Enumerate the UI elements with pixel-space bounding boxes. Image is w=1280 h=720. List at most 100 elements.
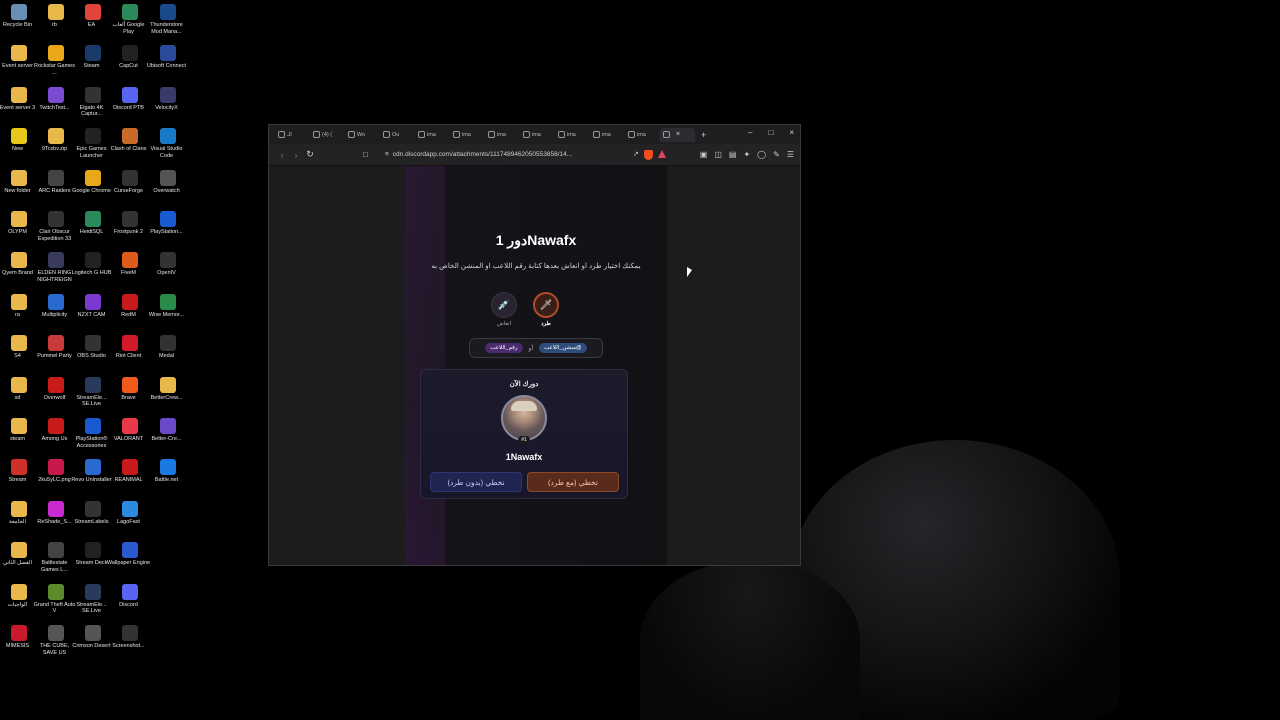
desktop-icon[interactable]: ألعاب Google Play (111, 4, 149, 44)
tab-icon (523, 131, 530, 138)
desktop-icon[interactable]: CapCut (111, 45, 149, 85)
desktop-icon[interactable]: RedM (111, 293, 149, 334)
browser-window: الـ (4) (Wo Ou ima ima ima ima ima ima ima × + – □… (268, 124, 801, 566)
desktop-icon[interactable]: PlayStation... (149, 211, 187, 251)
mode-label: طرد (541, 321, 551, 327)
desktop-icon[interactable]: Ubisoft Connect (147, 45, 187, 85)
tab-icon (663, 131, 670, 138)
arc-icon (48, 169, 64, 186)
ea-icon (85, 4, 101, 20)
desktop-icon[interactable]: Discord (111, 583, 149, 624)
browser-tab[interactable]: (4) ( (310, 128, 345, 142)
wallet-icon[interactable]: ▤ (729, 150, 737, 159)
cube-icon (48, 625, 64, 641)
browser-tab[interactable]: ima (485, 128, 520, 142)
desktop-icon[interactable]: REANIMAL (111, 459, 149, 499)
close-tab-icon[interactable]: × (676, 131, 680, 138)
vpn-icon[interactable]: ◯ (757, 150, 766, 159)
folder-icon (11, 45, 27, 62)
tab-bar: الـ (4) (Wo Ou ima ima ima ima ima ima ima × + – □… (269, 125, 800, 144)
browser-tab[interactable]: Wo (345, 128, 380, 142)
desktop-icon[interactable]: Thunderstore Mod Mana... (149, 4, 187, 44)
browser-tab[interactable]: ima (520, 128, 555, 142)
curseforge-icon (122, 169, 138, 186)
card-title: دورك الآن (509, 381, 539, 388)
thunderstore-icon (160, 4, 176, 20)
share-icon[interactable]: ↗ (633, 150, 639, 160)
zip-icon (48, 128, 64, 145)
desktop-icon[interactable]: LagoFast (111, 500, 149, 541)
desktop-icon[interactable]: Discord PTB (111, 86, 149, 127)
desktop-icon[interactable]: Clash of Clans (111, 128, 149, 168)
mode-kick[interactable]: 🗡 طرد (531, 292, 561, 327)
sidebar-icon[interactable]: ◫ (714, 150, 722, 159)
lagofast-icon (122, 500, 138, 517)
skip-with-kick-button[interactable]: تخطي (مع طرد) (527, 472, 619, 492)
whatsapp-tab-icon (313, 131, 320, 138)
browser-tab[interactable]: ima (555, 128, 590, 142)
browser-tab[interactable]: ima (590, 128, 625, 142)
screenshot-icon[interactable]: ▣ (700, 150, 708, 159)
reload-icon[interactable]: ↻ (303, 149, 317, 160)
fivem-icon (122, 252, 138, 269)
desktop-icon[interactable]: Screenshot... (111, 625, 149, 665)
mouse-cursor (687, 267, 692, 277)
desktop-icon[interactable] (149, 584, 187, 624)
browser-tab[interactable]: Ou (380, 128, 415, 142)
active-tab[interactable]: × (660, 127, 695, 142)
edit-icon[interactable]: ✎ (773, 150, 780, 159)
desktop-icon[interactable]: Overwatch (149, 169, 187, 210)
desktop-icon[interactable]: Wallpaper Engine (107, 542, 150, 582)
desktop-icon-label: VelocityX (155, 104, 178, 111)
browser-tab[interactable]: ima (450, 128, 485, 142)
velocityx-icon (160, 86, 176, 103)
browser-tab[interactable]: الـ (275, 128, 310, 142)
desktop-icon[interactable]: Frostpunk 2 (111, 211, 149, 251)
elden-icon (48, 252, 64, 269)
browser-tab[interactable]: ima (625, 128, 660, 142)
forward-icon[interactable]: › (289, 150, 303, 160)
leo-icon[interactable]: ✦ (743, 150, 750, 159)
desktop-icon[interactable]: Wise Memor... (149, 293, 187, 334)
back-icon[interactable]: ‹ (275, 150, 289, 160)
desktop-icon[interactable]: VALORANT (111, 418, 149, 458)
mimesis-icon (11, 625, 27, 641)
close-window-button[interactable]: × (789, 128, 794, 137)
desktop-icon[interactable]: Battle.net (149, 459, 187, 499)
revo-icon (85, 459, 101, 476)
desktop-icon-label: PlayStation... (150, 229, 183, 235)
desktop-icon[interactable]: Riot Client (111, 335, 149, 375)
desktop-icon[interactable]: CurseForge (111, 169, 149, 210)
desktop-icon[interactable]: FiveM (111, 252, 149, 292)
bookmark-icon[interactable]: □ (363, 150, 375, 159)
desktop-icon[interactable]: Brave (111, 376, 149, 417)
streamelements-icon (85, 376, 101, 393)
desktop-icon[interactable]: Better-Cre... (149, 418, 187, 458)
browser-tab[interactable]: ima (415, 128, 450, 142)
mode-revive[interactable]: 💉 انعاش (489, 292, 519, 327)
page-glow (405, 166, 445, 565)
medal-icon (160, 335, 176, 352)
brave-shield-icon[interactable] (643, 149, 653, 160)
folder-icon (11, 293, 27, 310)
url-field[interactable]: ≡ cdn.discordapp.com/attachments/1117489… (379, 147, 629, 162)
desktop-icon[interactable]: Medal (149, 335, 187, 375)
desktop-icon[interactable]: Visual Studio Code (149, 128, 187, 168)
folder-icon (11, 86, 27, 103)
menu-icon[interactable]: ☰ (787, 150, 794, 159)
desktop-icon-label: BetterCrew... (150, 394, 183, 401)
site-info-icon[interactable]: ≡ (385, 151, 389, 158)
skip-without-kick-button[interactable]: تخطي (بدون طرد) (430, 472, 522, 492)
desktop-icon[interactable]: VelocityX (149, 86, 187, 127)
minimize-button[interactable]: – (748, 128, 752, 137)
desktop-icon[interactable] (149, 542, 187, 582)
desktop-icon[interactable]: BetterCrew... (149, 376, 187, 417)
desktop-icon[interactable]: OpenIV (149, 252, 187, 292)
folder-icon (11, 500, 27, 517)
maximize-button[interactable]: □ (768, 128, 773, 137)
desktop-icon[interactable] (149, 501, 187, 541)
desktop-icon-label: LagoFast (117, 518, 140, 525)
brave-rewards-icon[interactable] (657, 149, 666, 158)
new-tab-button[interactable]: + (701, 130, 706, 140)
tab-label: Ou (392, 131, 400, 138)
